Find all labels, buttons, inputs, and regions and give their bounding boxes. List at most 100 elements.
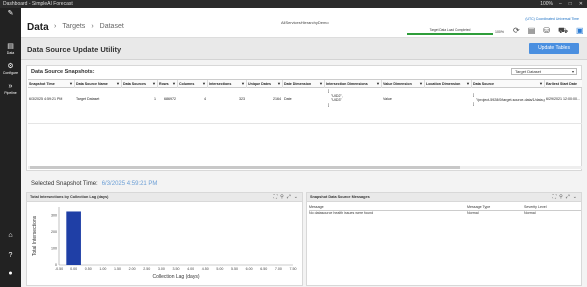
cell-unique-dates: 2164: [273, 97, 281, 101]
export-icon[interactable]: ⛶: [274, 193, 278, 201]
cell-value-dimension: Value: [383, 97, 392, 101]
filter-icon: ▼: [539, 81, 543, 86]
y-tick-label: 200: [51, 230, 57, 234]
col-header[interactable]: Columns ▼: [178, 80, 208, 88]
panel-header: Total Intersections by Collection Lag (d…: [27, 193, 302, 202]
dropdown-value: Target Dataset: [515, 69, 542, 74]
messages-panel: Snapshot Data Source Messages ⛶ ⚲ ⤢ ⌄ Me…: [306, 192, 582, 286]
x-tick-label: 0.50: [85, 267, 92, 271]
col-header[interactable]: Value Dimension ▼: [382, 80, 425, 88]
zoom-level[interactable]: 100%: [540, 0, 553, 8]
x-tick-label: 3.50: [173, 267, 180, 271]
table-row[interactable]: 6/3/2025 4:59:21 PM Target Dataset 1 686…: [28, 88, 582, 124]
zoom-icon[interactable]: ⚲: [559, 193, 563, 201]
x-tick-label: 4.00: [187, 267, 194, 271]
rail-configure-item[interactable]: ⚙ Configure: [0, 63, 21, 75]
table-horizontal-scrollbar[interactable]: [28, 166, 582, 169]
rail-data-item[interactable]: ▤ Data: [0, 43, 21, 55]
chevron-down-icon[interactable]: ⌄: [573, 193, 577, 201]
breadcrumb-dataset[interactable]: Dataset: [100, 23, 124, 30]
update-tables-button[interactable]: Update Tables: [529, 43, 579, 54]
col-header[interactable]: Data Source ▼: [472, 80, 545, 88]
bar: [66, 211, 81, 265]
database-icon[interactable]: ⛁: [543, 26, 550, 36]
x-tick-label: 2.00: [129, 267, 136, 271]
cell-date-dimension: Date: [284, 97, 292, 101]
y-axis-label: Total Intersections: [32, 215, 38, 256]
chevron-right-icon: ›: [54, 23, 57, 30]
col-header[interactable]: Unique Dates ▼: [247, 80, 283, 88]
rail-data-label: Data: [6, 51, 15, 55]
col-header[interactable]: Location Dimension ▼: [425, 80, 472, 88]
y-tick-label: 100: [51, 247, 57, 251]
panel-header: Snapshot Data Source Messages ⛶ ⚲ ⤢ ⌄: [307, 193, 581, 202]
chevrons-icon: »: [8, 83, 13, 90]
server-icon[interactable]: ▣: [576, 26, 584, 36]
cell-rows: 686972: [164, 97, 176, 101]
col-header[interactable]: Snapshot Time ▼: [28, 80, 75, 88]
cell-intersections: 323: [239, 97, 245, 101]
database-icon: ▤: [7, 43, 14, 50]
intersections-bar-chart: 0100200300-0.50 0.00 0.50 1.00 1.50 2.00 2.50 3…: [32, 207, 297, 280]
load-progress-percent: 100%: [495, 30, 504, 34]
x-tick-label: 0.00: [70, 267, 77, 271]
title-bar: Dashboard - SimpleAI Forecast 100% – □ ✕: [0, 0, 587, 8]
col-header[interactable]: Data Source Name ▼: [75, 80, 122, 88]
document-icon[interactable]: ▤: [528, 26, 536, 36]
snapshot-source-dropdown[interactable]: Target Dataset ▾: [511, 68, 577, 75]
col-header[interactable]: Rows ▼: [158, 80, 178, 88]
minimize-icon[interactable]: –: [559, 0, 562, 8]
x-tick-label: 2.50: [143, 267, 150, 271]
expand-icon[interactable]: ⤢: [566, 193, 570, 201]
cell-earliest-start: 6/29/2021 12:00:00...: [546, 97, 580, 101]
breadcrumb: › Targets › Dataset: [54, 23, 124, 30]
x-tick-label: -0.50: [55, 267, 63, 271]
rail-help-item[interactable]: ?: [0, 252, 21, 260]
utility-title: Data Source Update Utility: [27, 45, 122, 54]
chevron-down-icon[interactable]: ⌄: [294, 193, 298, 201]
close-icon[interactable]: ✕: [579, 0, 583, 8]
intersections-chart-panel: Total Intersections by Collection Lag (d…: [26, 192, 303, 286]
col-header[interactable]: Intersections ▼: [208, 80, 247, 88]
x-tick-label: 1.50: [114, 267, 121, 271]
zoom-icon[interactable]: ⚲: [280, 193, 284, 201]
x-tick-label: 5.00: [216, 267, 223, 271]
refresh-icon[interactable]: ⟳: [513, 26, 520, 36]
x-tick-label: 3.00: [158, 267, 165, 271]
rail-pipeline-item[interactable]: » Pipeline: [0, 83, 21, 95]
message-type-cell: Normal: [467, 211, 479, 215]
export-icon[interactable]: ⛶: [553, 193, 557, 201]
table-header: Snapshot Time ▼ Data Source Name ▼ Data So…: [28, 79, 582, 88]
filter-icon: ▼: [202, 81, 206, 86]
home-icon: ⌂: [8, 232, 13, 239]
chart-title: Total Intersections by Collection Lag (d…: [30, 195, 109, 199]
snapshots-table: Snapshot Time ▼ Data Source Name ▼ Data So…: [28, 79, 582, 171]
cell-intersection-dimensions: [ "UID2", "UID3" ]: [328, 89, 343, 107]
col-header[interactable]: Data Sources ▼: [122, 80, 158, 88]
filter-icon: ▼: [319, 81, 323, 86]
y-tick-label: 300: [51, 213, 57, 217]
breadcrumb-targets[interactable]: Targets: [62, 23, 85, 30]
maximize-icon[interactable]: □: [569, 0, 572, 8]
truck-icon[interactable]: ⛟: [558, 26, 568, 36]
severity-cell: Normal: [524, 211, 536, 215]
rail-home-item[interactable]: ⌂: [0, 232, 21, 240]
cell-source-name: Target Dataset: [76, 97, 100, 101]
rail-user-item[interactable]: ●: [0, 270, 21, 278]
scrollbar-thumb[interactable]: [30, 166, 460, 169]
filter-icon: ▼: [466, 81, 470, 86]
snapshots-panel: Data Source Snapshots: Target Dataset ▾ …: [26, 65, 582, 171]
timezone-label: (UTC) Coordinated Universal Time: [525, 17, 579, 21]
col-header[interactable]: Earliest Start Date: [545, 80, 582, 88]
col-header[interactable]: Intersection Dimensions ▼: [325, 80, 382, 88]
gear-icon: ⚙: [7, 63, 14, 70]
expand-icon[interactable]: ⤢: [287, 193, 291, 201]
x-tick-label: 4.50: [202, 267, 209, 271]
load-status-label: Target Data Load Completed: [429, 28, 471, 32]
rail-edit-item[interactable]: ✎: [0, 10, 21, 18]
snapshots-title: Data Source Snapshots:: [31, 69, 95, 75]
left-rail: ✎ ▤ Data ⚙ Configure » Pipeline ⌂ ? ●: [0, 8, 21, 287]
col-header[interactable]: Date Dimension ▼: [283, 80, 325, 88]
cell-data-source: [ "/project-5928/0/target-source-data/1/…: [473, 93, 545, 106]
org-name: AllServicesHierarchyDemo: [281, 20, 329, 25]
